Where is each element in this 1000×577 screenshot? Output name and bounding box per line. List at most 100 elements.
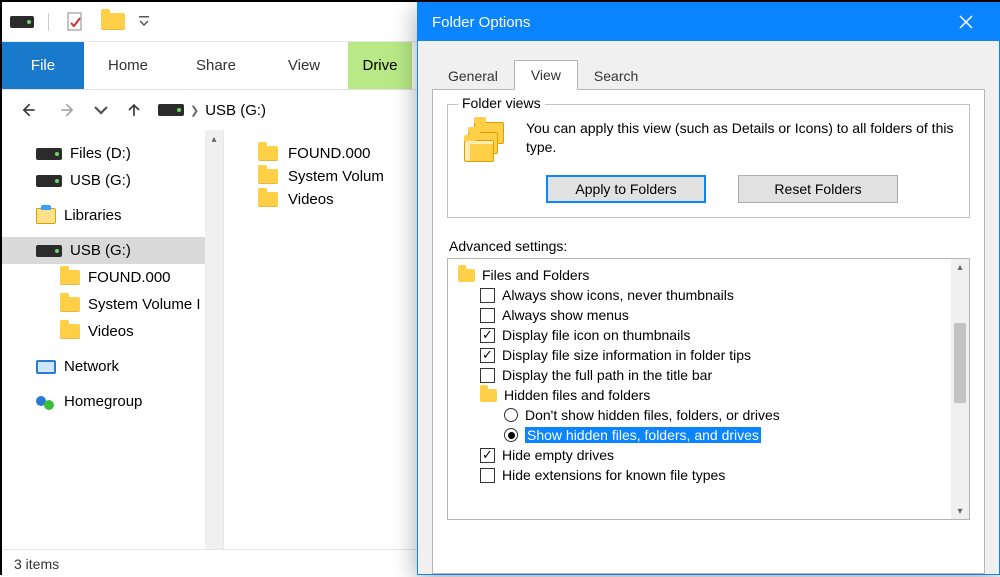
qat-separator	[48, 13, 49, 31]
settings-option-label: Show hidden files, folders, and drives	[525, 427, 761, 443]
tab-panel-view: Folder views You can apply this view (su…	[432, 89, 985, 574]
folder-item-label: Videos	[288, 191, 334, 208]
dialog-titlebar[interactable]: Folder Options	[418, 3, 999, 41]
drive-icon	[36, 175, 62, 187]
settings-option[interactable]: Display the full path in the title bar	[452, 365, 947, 385]
radio-icon	[504, 428, 518, 442]
advanced-settings-box: Files and Folders Always show icons, neve…	[447, 258, 970, 520]
folder-views-legend: Folder views	[458, 95, 545, 111]
tree-item-label: USB (G:)	[70, 242, 131, 259]
tree-item-label: FOUND.000	[88, 269, 171, 286]
reset-folders-button[interactable]: Reset Folders	[738, 175, 898, 203]
folder-views-groupbox: Folder views You can apply this view (su…	[447, 104, 970, 218]
tree-item-label: Files (D:)	[70, 145, 131, 162]
settings-option[interactable]: Display file size information in folder …	[452, 345, 947, 365]
settings-option-label: Display file size information in folder …	[502, 347, 751, 363]
tree-item[interactable]: Homegroup	[2, 388, 223, 415]
folder-views-text: You can apply this view (such as Details…	[526, 119, 957, 165]
history-chevron-icon[interactable]	[92, 94, 110, 126]
settings-option[interactable]: Don't show hidden files, folders, or dri…	[452, 405, 947, 425]
radio-icon	[504, 408, 518, 422]
tree-item-label: Libraries	[64, 207, 122, 224]
scroll-up-icon[interactable]: ▴	[957, 259, 962, 275]
homegroup-icon	[36, 394, 56, 410]
checkbox-icon	[480, 368, 495, 383]
checkbox-icon	[480, 328, 495, 343]
back-button[interactable]	[12, 94, 44, 126]
settings-option[interactable]: Always show icons, never thumbnails	[452, 285, 947, 305]
tree-item[interactable]: FOUND.000	[2, 264, 223, 291]
advanced-settings-label: Advanced settings:	[449, 238, 970, 254]
dialog-tab-strip: General View Search	[418, 41, 999, 89]
settings-option[interactable]: Display file icon on thumbnails	[452, 325, 947, 345]
drive-icon[interactable]	[10, 10, 34, 34]
apply-to-folders-button[interactable]: Apply to Folders	[546, 175, 706, 203]
tree-item[interactable]: USB (G:)	[2, 167, 223, 194]
forward-button[interactable]	[52, 94, 84, 126]
checkbox-icon	[480, 348, 495, 363]
drive-icon	[36, 245, 62, 257]
tree-item-label: System Volume I	[88, 296, 201, 313]
tree-item-label: Network	[64, 358, 119, 375]
tree-item[interactable]: Network	[2, 353, 223, 380]
qat-menu-chevron-icon[interactable]	[139, 15, 149, 29]
tree-item[interactable]: System Volume I	[2, 291, 223, 318]
settings-option[interactable]: Hide extensions for known file types	[452, 465, 947, 485]
tree-item[interactable]: USB (G:)	[2, 237, 223, 264]
drive-icon	[36, 148, 62, 160]
tree-item[interactable]: Videos	[2, 318, 223, 345]
folder-icon[interactable]	[101, 10, 125, 34]
document-check-icon[interactable]	[63, 10, 87, 34]
folder-icon	[258, 169, 278, 184]
tab-view[interactable]: View	[514, 60, 578, 90]
folder-icon	[60, 270, 80, 285]
context-tab-drive[interactable]: Drive	[348, 42, 412, 89]
checkbox-icon	[480, 308, 495, 323]
status-text: 3 items	[14, 556, 59, 572]
scroll-thumb[interactable]	[954, 323, 966, 403]
folder-icon	[458, 269, 475, 282]
close-button[interactable]	[943, 3, 989, 41]
settings-option[interactable]: Hide empty drives	[452, 445, 947, 465]
checkbox-icon	[480, 448, 495, 463]
tab-general[interactable]: General	[432, 62, 514, 90]
settings-option-label: Hide extensions for known file types	[502, 467, 725, 483]
nav-tree[interactable]: ▴ Files (D:) USB (G:) Libraries USB (G:) FOU…	[2, 130, 224, 549]
settings-option-label: Hidden files and folders	[504, 387, 650, 403]
tree-item-label: USB (G:)	[70, 172, 131, 189]
breadcrumb[interactable]: ❯ USB (G:)	[158, 102, 266, 119]
folders-stack-icon	[460, 119, 512, 165]
tree-item-label: Homegroup	[64, 393, 142, 410]
tab-search[interactable]: Search	[578, 62, 654, 90]
folder-options-dialog: Folder Options General View Search Folde…	[417, 2, 1000, 575]
scroll-down-icon[interactable]: ▾	[957, 503, 962, 519]
folder-icon	[480, 389, 497, 402]
tab-share[interactable]: Share	[172, 42, 260, 89]
settings-group: Hidden files and folders	[452, 385, 947, 405]
chevron-right-icon: ❯	[190, 104, 199, 117]
folder-item-label: System Volum	[288, 168, 384, 185]
file-tab[interactable]: File	[2, 42, 84, 89]
folder-icon	[258, 192, 278, 207]
tab-home[interactable]: Home	[84, 42, 172, 89]
settings-option-label: Hide empty drives	[502, 447, 614, 463]
settings-option-label: Files and Folders	[482, 267, 589, 283]
libraries-icon	[36, 208, 56, 224]
folder-icon	[60, 297, 80, 312]
tree-item[interactable]: Files (D:)	[2, 140, 223, 167]
drive-icon	[158, 104, 184, 116]
settings-option-label: Display the full path in the title bar	[502, 367, 712, 383]
advanced-scrollbar[interactable]: ▴ ▾	[951, 259, 969, 519]
folder-icon	[258, 146, 278, 161]
settings-option-label: Always show menus	[502, 307, 629, 323]
advanced-settings-tree[interactable]: Files and Folders Always show icons, neve…	[448, 259, 951, 519]
folder-icon	[60, 324, 80, 339]
settings-option-label: Don't show hidden files, folders, or dri…	[525, 407, 780, 423]
checkbox-icon	[480, 468, 495, 483]
tree-scrollbar[interactable]: ▴	[205, 130, 223, 549]
settings-option[interactable]: Show hidden files, folders, and drives	[452, 425, 947, 445]
tab-view[interactable]: View	[260, 42, 348, 89]
up-button[interactable]	[118, 94, 150, 126]
settings-option[interactable]: Always show menus	[452, 305, 947, 325]
tree-item[interactable]: Libraries	[2, 202, 223, 229]
